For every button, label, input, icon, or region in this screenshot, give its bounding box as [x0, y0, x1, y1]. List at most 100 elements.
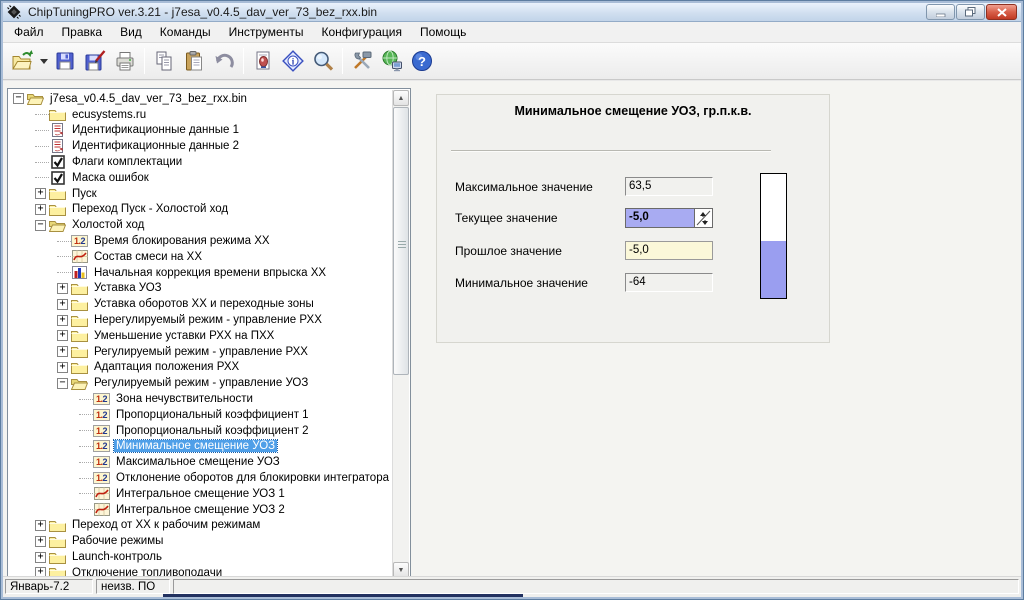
tree-item-label[interactable]: Рабочие режимы: [70, 535, 165, 547]
tree-item-label[interactable]: ecusystems.ru: [70, 109, 148, 121]
tree-item-label[interactable]: Регулируемый режим - управление УОЗ: [92, 377, 310, 389]
tree-item-label[interactable]: Начальная коррекция времени впрыска ХХ: [92, 267, 328, 279]
save-as-button[interactable]: [80, 46, 110, 76]
tree-item[interactable]: Интегральное смещение УОЗ 2: [9, 502, 392, 518]
menu-item-4[interactable]: Инструменты: [220, 23, 313, 41]
tree-item[interactable]: + Уставка УОЗ: [9, 281, 392, 297]
tree-item-label[interactable]: Холостой ход: [70, 219, 146, 231]
tree-item[interactable]: 1.2 Максимальное смещение УОЗ: [9, 454, 392, 470]
collapse-icon[interactable]: −: [35, 219, 46, 231]
tree-item-label[interactable]: Зона нечувствительности: [114, 393, 255, 405]
tree-item-label[interactable]: Пропорциональный коэффициент 1: [114, 409, 311, 421]
menu-item-5[interactable]: Конфигурация: [312, 23, 411, 41]
paste-button[interactable]: [179, 46, 209, 76]
tree-item-label[interactable]: Флаги комплектации: [70, 156, 184, 168]
tree-item[interactable]: Идентификационные данные 2: [9, 138, 392, 154]
tree-item-label-selected[interactable]: Минимальное смещение УОЗ: [112, 439, 279, 454]
tree-item[interactable]: + Уставка оборотов ХХ и переходные зоны: [9, 296, 392, 312]
tree-item[interactable]: + Рабочие режимы: [9, 533, 392, 549]
tree-item[interactable]: 1.2 Зона нечувствительности: [9, 391, 392, 407]
current-value-spinner[interactable]: -5,0: [625, 208, 713, 228]
tree-item[interactable]: − Холостой ход: [9, 217, 392, 233]
menu-item-6[interactable]: Помощь: [411, 23, 475, 41]
tree-item[interactable]: Флаги комплектации: [9, 154, 392, 170]
open-dropdown-button[interactable]: [37, 46, 50, 76]
tree-item-label[interactable]: Отклонение оборотов для блокировки интег…: [114, 472, 391, 484]
tree-item[interactable]: + Регулируемый режим - управление РХХ: [9, 344, 392, 360]
scrollbar-thumb[interactable]: [393, 107, 409, 375]
expand-icon[interactable]: +: [57, 282, 68, 294]
tree-item[interactable]: 1.2 Время блокирования режима ХХ: [9, 233, 392, 249]
tree-item-label[interactable]: Переход Пуск - Холостой ход: [70, 203, 230, 215]
tree-item-label[interactable]: Адаптация положения РХХ: [92, 361, 241, 373]
expand-icon[interactable]: +: [35, 519, 46, 531]
search-button[interactable]: [308, 46, 338, 76]
collapse-icon[interactable]: −: [57, 377, 68, 389]
tree-item[interactable]: − j7esa_v0.4.5_dav_ver_73_bez_rxx.bin: [9, 91, 392, 107]
expand-icon[interactable]: +: [57, 314, 68, 326]
tree-item-label[interactable]: j7esa_v0.4.5_dav_ver_73_bez_rxx.bin: [48, 93, 249, 105]
current-value-input[interactable]: -5,0: [626, 209, 694, 227]
spinner-updown-icon[interactable]: [694, 209, 712, 227]
tree-item[interactable]: Интегральное смещение УОЗ 1: [9, 486, 392, 502]
tree-item-label[interactable]: Идентификационные данные 2: [70, 140, 241, 152]
close-button[interactable]: [986, 4, 1017, 20]
expand-icon[interactable]: +: [35, 551, 46, 563]
tree-item-label[interactable]: Пуск: [70, 188, 99, 200]
menu-item-3[interactable]: Команды: [151, 23, 220, 41]
tree-item[interactable]: ecusystems.ru: [9, 107, 392, 123]
tree-item[interactable]: Состав смеси на ХХ: [9, 249, 392, 265]
tree-item[interactable]: Начальная коррекция времени впрыска ХХ: [9, 265, 392, 281]
print-button[interactable]: [110, 46, 140, 76]
tree-item[interactable]: 1.2 Минимальное смещение УОЗ: [9, 439, 392, 455]
expand-icon[interactable]: +: [35, 535, 46, 547]
tree-item-label[interactable]: Переход от ХХ к рабочим режимам: [70, 519, 262, 531]
expand-icon[interactable]: +: [35, 203, 46, 215]
tree-item[interactable]: 1.2 Отклонение оборотов для блокировки ин…: [9, 470, 392, 486]
tools-button[interactable]: [347, 46, 377, 76]
save-button[interactable]: [50, 46, 80, 76]
menu-item-0[interactable]: Файл: [5, 23, 53, 41]
tree-item-label[interactable]: Регулируемый режим - управление РХХ: [92, 346, 310, 358]
tree-item-label[interactable]: Пропорциональный коэффициент 2: [114, 425, 311, 437]
copy-button[interactable]: [149, 46, 179, 76]
tree-scrollbar[interactable]: ▲ ▼: [392, 90, 409, 578]
tree-item-label[interactable]: Маска ошибок: [70, 172, 151, 184]
tree-item[interactable]: + Пуск: [9, 186, 392, 202]
tree-item-label[interactable]: Интегральное смещение УОЗ 1: [114, 488, 287, 500]
tree-item[interactable]: 1.2 Пропорциональный коэффициент 2: [9, 423, 392, 439]
tree-item[interactable]: Идентификационные данные 1: [9, 123, 392, 139]
tree-item-label[interactable]: Максимальное смещение УОЗ: [114, 456, 282, 468]
tree-item-label[interactable]: Уставка УОЗ: [92, 282, 164, 294]
tree-item-label[interactable]: Интегральное смещение УОЗ 2: [114, 504, 287, 516]
collapse-icon[interactable]: −: [13, 93, 24, 105]
info-button[interactable]: i: [278, 46, 308, 76]
help-button[interactable]: ?: [407, 46, 437, 76]
tree-item-label[interactable]: Состав смеси на ХХ: [92, 251, 204, 263]
expand-icon[interactable]: +: [57, 298, 68, 310]
tree-item[interactable]: + Нерегулируемый режим - управление РХХ: [9, 312, 392, 328]
expand-icon[interactable]: +: [35, 188, 46, 200]
expand-icon[interactable]: +: [57, 330, 68, 342]
tree-item-label[interactable]: Нерегулируемый режим - управление РХХ: [92, 314, 324, 326]
report-button[interactable]: [248, 46, 278, 76]
tree-item[interactable]: + Адаптация положения РХХ: [9, 360, 392, 376]
expand-icon[interactable]: +: [57, 361, 68, 373]
tree-item[interactable]: + Переход Пуск - Холостой ход: [9, 202, 392, 218]
tree-item[interactable]: + Launch-контроль: [9, 549, 392, 565]
expand-icon[interactable]: +: [57, 346, 68, 358]
menu-item-2[interactable]: Вид: [111, 23, 151, 41]
tree-item[interactable]: 1.2 Пропорциональный коэффициент 1: [9, 407, 392, 423]
tree-item-label[interactable]: Уменьшение уставки РХХ на ПХХ: [92, 330, 276, 342]
tree-item-label[interactable]: Launch-контроль: [70, 551, 164, 563]
tree-item-label[interactable]: Уставка оборотов ХХ и переходные зоны: [92, 298, 316, 310]
tree-item[interactable]: + Уменьшение уставки РХХ на ПХХ: [9, 328, 392, 344]
open-file-button[interactable]: [7, 46, 37, 76]
restore-button[interactable]: [956, 4, 985, 20]
network-button[interactable]: [377, 46, 407, 76]
undo-button[interactable]: [209, 46, 239, 76]
tree-item[interactable]: Маска ошибок: [9, 170, 392, 186]
menu-item-1[interactable]: Правка: [53, 23, 112, 41]
tree-item[interactable]: − Регулируемый режим - управление УОЗ: [9, 375, 392, 391]
tree-item-label[interactable]: Время блокирования режима ХХ: [92, 235, 272, 247]
